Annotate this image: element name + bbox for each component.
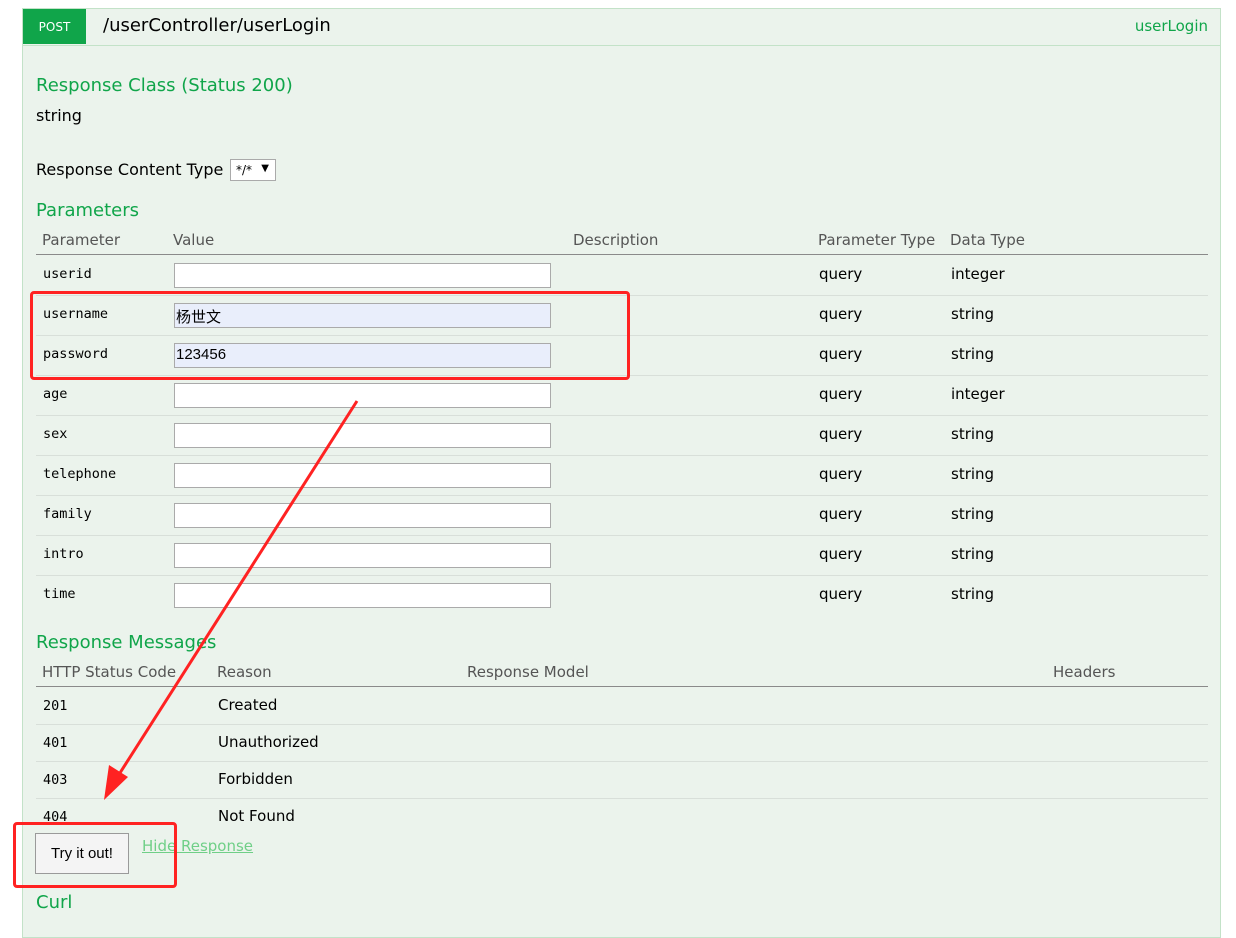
annotation-arrow xyxy=(104,400,359,800)
annotation-arrow-head xyxy=(104,765,128,800)
annotation-arrow-shaft xyxy=(116,400,359,777)
